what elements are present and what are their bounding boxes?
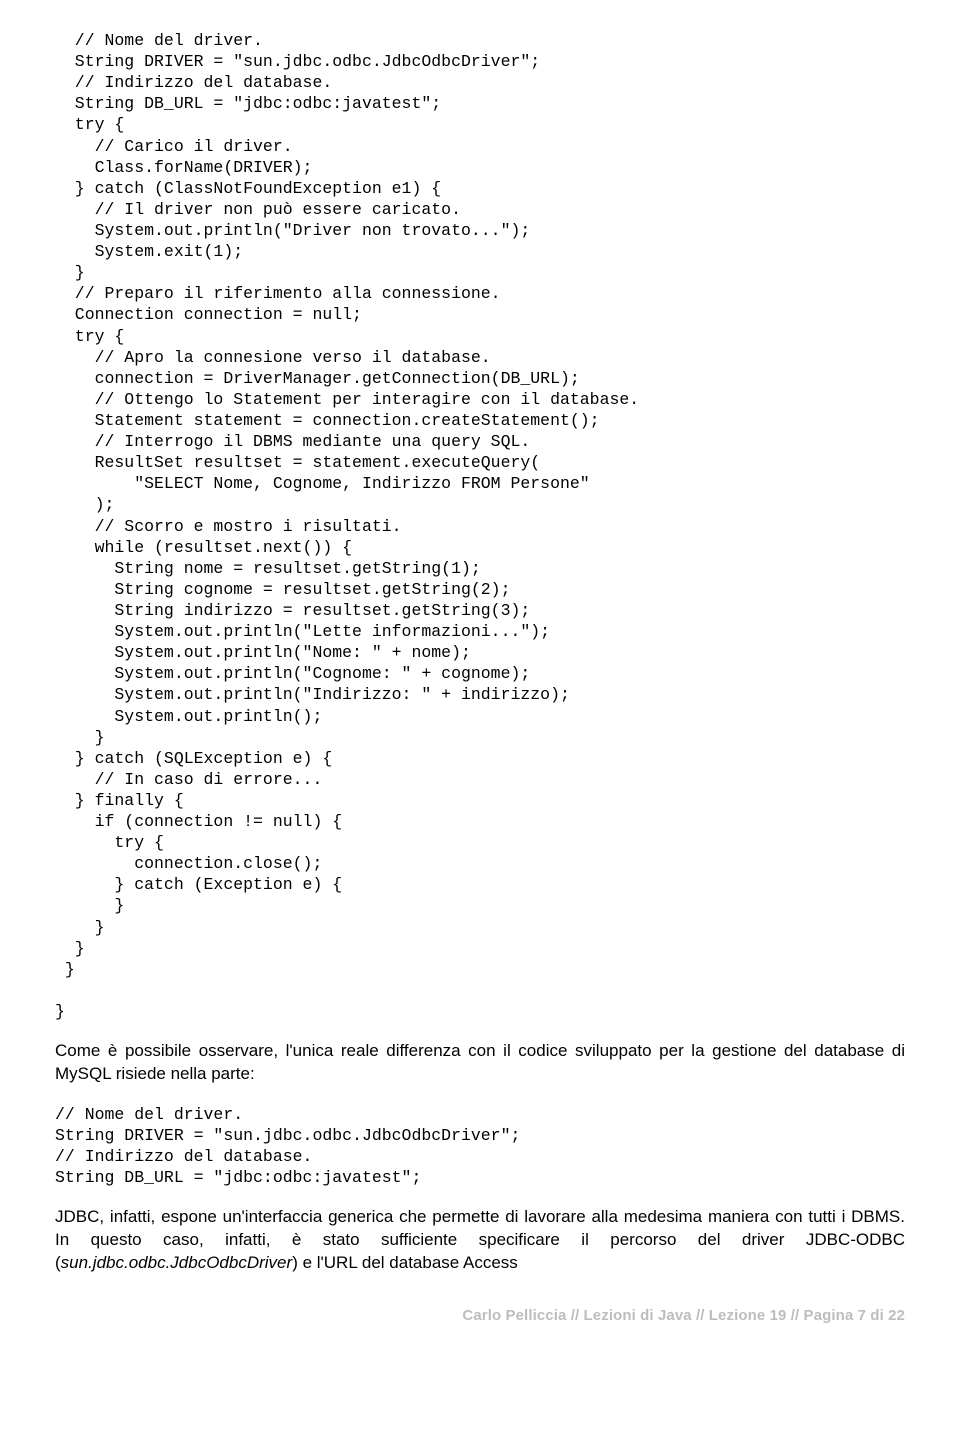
paragraph-2: JDBC, infatti, espone un'interfaccia gen… — [55, 1206, 905, 1275]
paragraph-1: Come è possibile osservare, l'unica real… — [55, 1040, 905, 1086]
code-block-1: // Nome del driver. String DRIVER = "sun… — [55, 30, 905, 1022]
document-page: // Nome del driver. String DRIVER = "sun… — [0, 0, 960, 1364]
paragraph-2-text-b: ) e l'URL del database Access — [292, 1253, 518, 1272]
paragraph-2-italic: sun.jdbc.odbc.JdbcOdbcDriver — [61, 1253, 293, 1272]
code-block-2: // Nome del driver. String DRIVER = "sun… — [55, 1104, 905, 1188]
page-footer: Carlo Pelliccia // Lezioni di Java // Le… — [55, 1307, 905, 1324]
